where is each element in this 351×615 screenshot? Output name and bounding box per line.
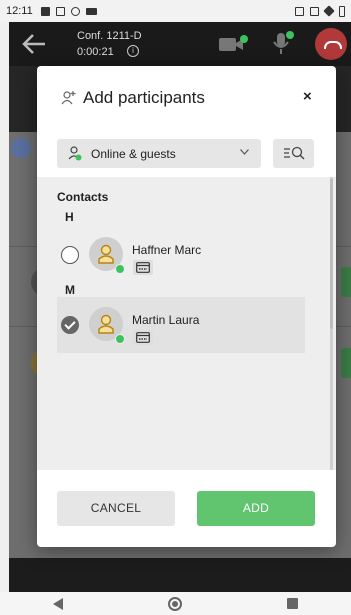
background-status-bar bbox=[341, 267, 351, 297]
filter-select[interactable]: Online & guests bbox=[57, 139, 261, 168]
presence-indicator bbox=[115, 264, 125, 274]
background-avatar bbox=[11, 138, 31, 158]
close-button[interactable]: × bbox=[303, 88, 312, 105]
contact-name: Martin Laura bbox=[132, 313, 200, 327]
call-duration: 0:00:21 bbox=[77, 46, 114, 58]
contact-row-haffner-marc[interactable]: Haffner Marc bbox=[57, 227, 305, 283]
add-person-icon bbox=[61, 91, 76, 105]
search-list-icon bbox=[284, 146, 305, 160]
info-icon[interactable]: i bbox=[127, 45, 139, 57]
phone-badge bbox=[133, 260, 153, 275]
contact-row-martin-laura[interactable]: Martin Laura bbox=[57, 297, 305, 353]
conference-name: Conf. 1211-D bbox=[77, 30, 142, 42]
mail-notification-icon bbox=[55, 6, 65, 16]
user-icon bbox=[98, 314, 114, 334]
contacts-list[interactable]: Contacts H Haffner Marc M Martin Laura bbox=[37, 177, 336, 470]
dialog-header: Add participants × bbox=[37, 66, 336, 128]
group-letter: M bbox=[65, 283, 75, 297]
presence-indicator bbox=[115, 334, 125, 344]
mute-icon bbox=[310, 6, 319, 16]
group-letter: H bbox=[65, 210, 74, 224]
nav-back-icon[interactable] bbox=[52, 597, 63, 610]
video-notification-icon bbox=[85, 7, 97, 15]
back-arrow-icon[interactable] bbox=[21, 32, 47, 56]
search-button[interactable] bbox=[273, 139, 314, 168]
add-participants-dialog: Add participants × Online & guests Conta… bbox=[37, 66, 336, 547]
battery-icon bbox=[339, 5, 345, 17]
status-bar: 12:11 bbox=[0, 0, 351, 22]
call-header: Conf. 1211-D 0:00:21 i bbox=[9, 22, 351, 66]
navigation-bar bbox=[0, 592, 351, 615]
work-profile-icon bbox=[295, 6, 304, 16]
background-status-bar bbox=[341, 348, 351, 378]
user-icon bbox=[98, 244, 114, 264]
add-button[interactable]: ADD bbox=[197, 491, 315, 526]
nav-recents-icon[interactable] bbox=[287, 598, 299, 609]
status-time: 12:11 bbox=[6, 5, 33, 17]
scrollbar-thumb[interactable] bbox=[330, 179, 333, 329]
bottom-bar bbox=[9, 558, 351, 592]
online-user-icon bbox=[68, 146, 82, 161]
camera-icon[interactable] bbox=[219, 34, 249, 54]
desk-phone-icon bbox=[136, 262, 150, 273]
desk-phone-icon bbox=[136, 332, 150, 343]
select-check[interactable] bbox=[61, 316, 79, 334]
image-notification-icon bbox=[40, 6, 50, 16]
phone-badge bbox=[133, 330, 153, 345]
microphone-icon[interactable] bbox=[271, 30, 295, 56]
accessibility-icon bbox=[70, 6, 80, 16]
cancel-button[interactable]: CANCEL bbox=[57, 491, 175, 526]
contacts-heading: Contacts bbox=[57, 190, 109, 204]
wifi-icon bbox=[323, 5, 335, 17]
chevron-down-icon bbox=[240, 149, 249, 155]
dialog-title: Add participants bbox=[83, 88, 205, 107]
nav-home-icon[interactable] bbox=[167, 596, 182, 611]
filter-selected-value: Online & guests bbox=[91, 147, 176, 161]
scrollbar[interactable] bbox=[330, 177, 333, 470]
select-radio[interactable] bbox=[61, 246, 79, 264]
contact-name: Haffner Marc bbox=[132, 243, 202, 257]
hangup-button[interactable] bbox=[315, 28, 347, 60]
